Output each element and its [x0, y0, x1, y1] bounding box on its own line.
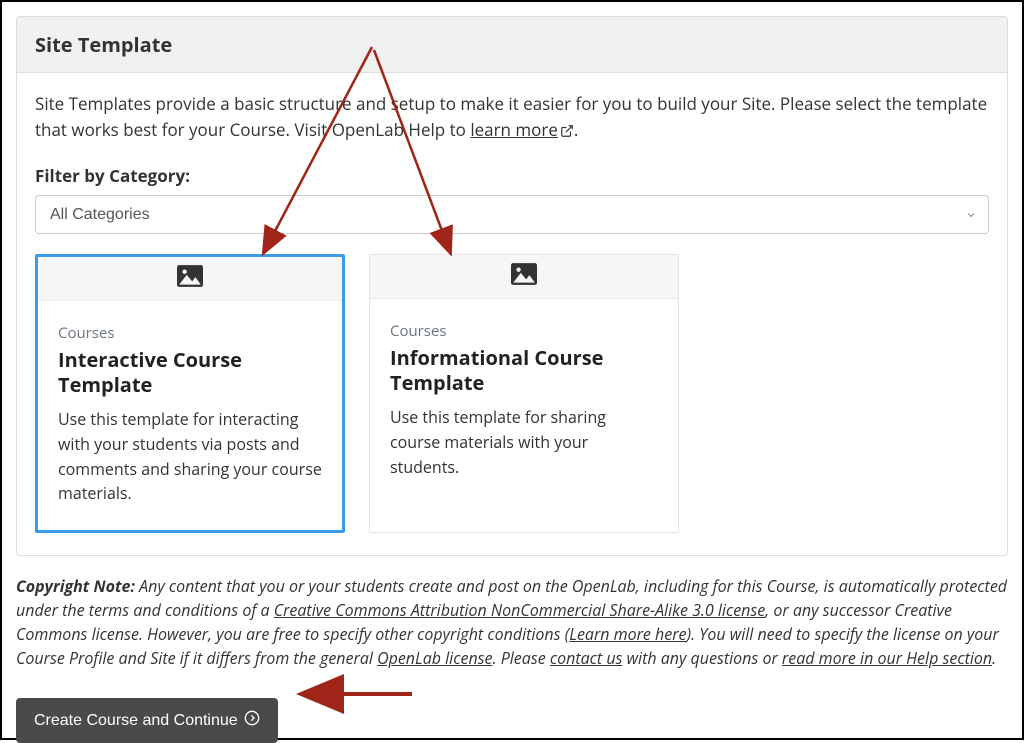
- panel-header: Site Template: [17, 17, 1007, 73]
- panel-title: Site Template: [35, 31, 989, 58]
- button-label: Create Course and Continue: [34, 712, 238, 730]
- card-thumb: [370, 255, 678, 299]
- help-section-link[interactable]: read more in our Help section: [782, 647, 992, 669]
- card-title: Interactive Course Template: [58, 347, 322, 397]
- copyright-note: Copyright Note: Any content that you or …: [16, 574, 1008, 670]
- card-description: Use this template for interacting with y…: [58, 407, 322, 506]
- template-card-list: Courses Interactive Course Template Use …: [35, 254, 989, 533]
- external-link-icon: [560, 119, 574, 145]
- image-icon: [511, 263, 537, 290]
- card-title: Informational Course Template: [390, 345, 658, 395]
- image-icon: [177, 265, 203, 292]
- learn-more-here-link[interactable]: Learn more here: [569, 623, 686, 645]
- category-filter-select[interactable]: All Categories: [35, 195, 989, 234]
- cc-license-link[interactable]: Creative Commons Attribution NonCommerci…: [274, 599, 766, 621]
- card-category: Courses: [58, 323, 322, 343]
- card-description: Use this template for sharing course mat…: [390, 405, 658, 479]
- panel-intro: Site Templates provide a basic structure…: [35, 91, 989, 144]
- learn-more-link[interactable]: learn more: [470, 118, 574, 141]
- copyright-lead: Copyright Note:: [16, 575, 135, 597]
- contact-us-link[interactable]: contact us: [550, 647, 623, 669]
- template-card-informational[interactable]: Courses Informational Course Template Us…: [369, 254, 679, 533]
- panel-body: Site Templates provide a basic structure…: [17, 73, 1007, 555]
- chevron-circle-right-icon: [244, 710, 260, 731]
- openlab-license-link[interactable]: OpenLab license: [377, 647, 492, 669]
- create-course-continue-button[interactable]: Create Course and Continue: [16, 698, 278, 743]
- filter-label: Filter by Category:: [35, 164, 989, 187]
- site-template-panel: Site Template Site Templates provide a b…: [16, 16, 1008, 556]
- card-thumb: [38, 257, 342, 301]
- template-card-interactive[interactable]: Courses Interactive Course Template Use …: [35, 254, 345, 533]
- card-category: Courses: [390, 321, 658, 341]
